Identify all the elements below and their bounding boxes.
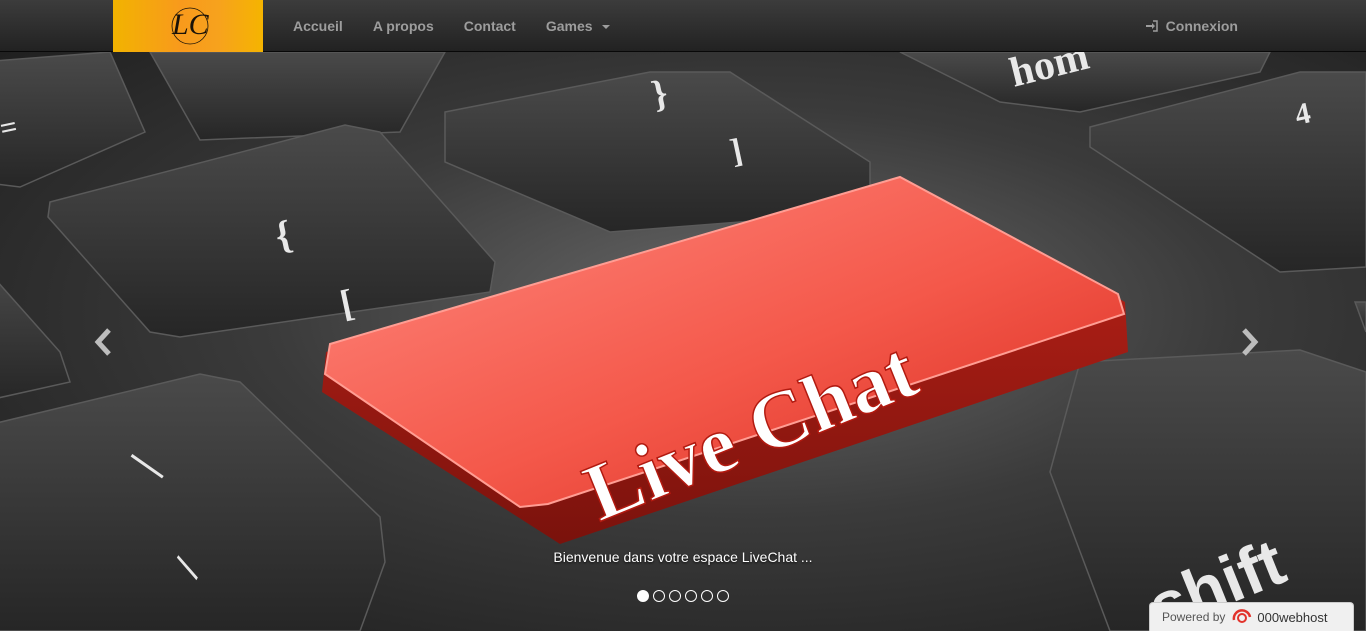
login-label: Connexion [1165,18,1238,34]
lc-logo-icon: LC [171,7,210,45]
navbar: LC Accueil A propos Contact Games Connex… [0,0,1366,52]
carousel-indicator[interactable] [653,590,665,602]
carousel-indicators [637,590,729,602]
main-nav: Accueil A propos Contact Games [278,0,625,52]
nav-item-label: Accueil [293,18,343,34]
nav-item-a-propos[interactable]: A propos [358,0,449,52]
brand-logo[interactable]: LC [113,0,263,52]
carousel-prev-button[interactable] [88,322,118,362]
nav-item-label: Contact [463,18,516,34]
nav-item-label: Games [545,18,593,34]
carousel-indicator[interactable] [701,590,713,602]
nav-item-accueil[interactable]: Accueil [278,0,358,52]
carousel-caption: Bienvenue dans votre espace LiveChat ... [553,549,813,565]
nav-item-label: A propos [372,18,434,34]
powered-by-brand: 000webhost [1257,609,1328,625]
chevron-left-icon [94,328,111,356]
nav-item-games-dropdown[interactable]: Games [531,0,626,52]
webhost-logo-icon [1233,609,1252,623]
carousel-indicator[interactable] [637,590,649,602]
svg-text:LC: LC [171,8,210,41]
powered-by-label: Powered by [1162,610,1226,624]
hero-carousel: } ] { [ = 4 hom | / shift Live Chat Bien… [0,52,1366,631]
carousel-indicator[interactable] [669,590,681,602]
login-link[interactable]: Connexion [1145,0,1238,52]
carousel-next-button[interactable] [1235,322,1265,362]
nav-item-contact[interactable]: Contact [449,0,531,52]
login-icon [1145,20,1158,32]
carousel-indicator[interactable] [685,590,697,602]
caret-down-icon [602,25,611,30]
keyboard-slide-image: } ] { [ = 4 hom | / shift Live Chat [0,52,1366,631]
powered-by-badge[interactable]: Powered by 000webhost [1149,602,1354,631]
carousel-indicator[interactable] [717,590,729,602]
chevron-right-icon [1242,328,1259,356]
